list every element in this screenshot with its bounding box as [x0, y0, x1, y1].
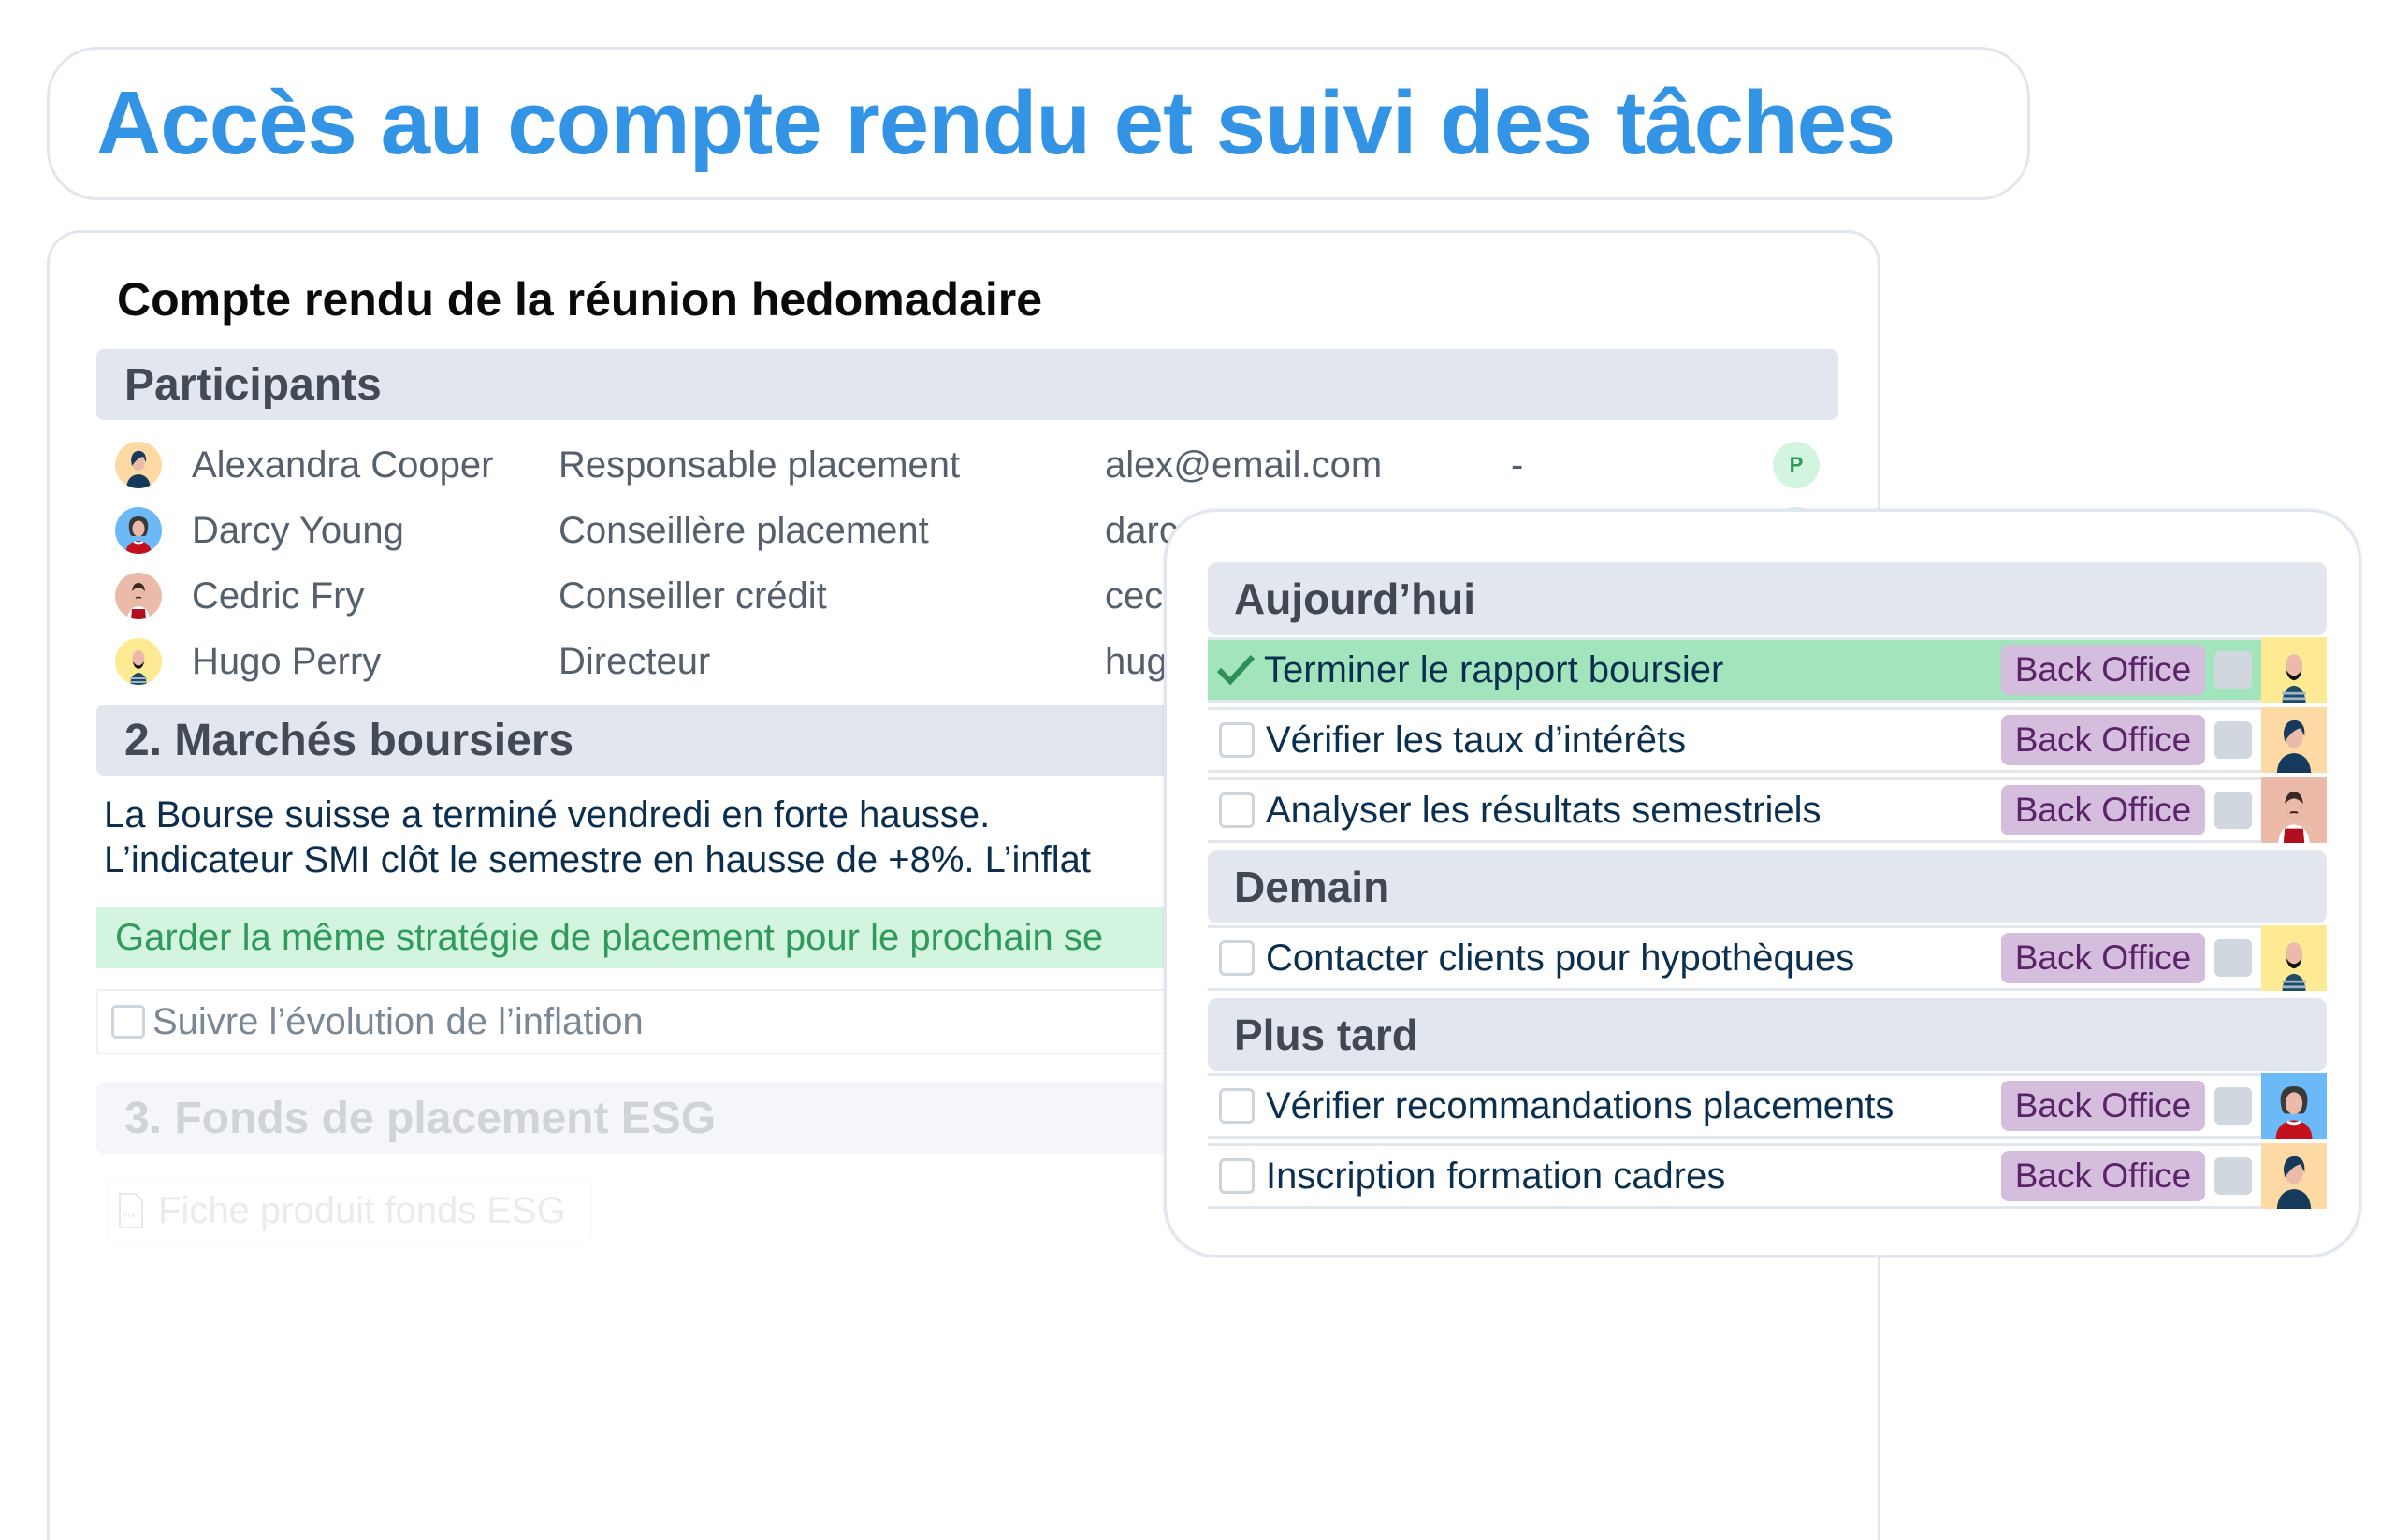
task-group-title: Plus tard — [1234, 1010, 1418, 1059]
attachment-name: Fiche produit fonds ESG — [158, 1189, 566, 1231]
checkbox[interactable] — [1219, 792, 1255, 828]
presence-badge: P — [1773, 442, 1820, 488]
avatar-man-beard-icon — [2282, 654, 2306, 703]
assignee-avatar — [2261, 777, 2327, 843]
task-row[interactable]: Vérifier les taux d’intérêts Back Office — [1208, 707, 2327, 773]
section-paragraph-line: L’indicateur SMI clôt le semestre en hau… — [104, 839, 1092, 880]
avatar-man-beard-icon — [130, 650, 147, 685]
page-title: Accès au compte rendu et suivi des tâche… — [96, 73, 1895, 173]
participant-name: Alexandra Cooper — [192, 443, 494, 486]
checkbox[interactable] — [111, 1005, 145, 1039]
assignee-avatar — [2261, 1073, 2327, 1139]
task-label: Terminer le rapport boursier — [1264, 648, 1724, 690]
avatar-woman-short-hair-icon — [126, 450, 151, 488]
task-status-chip[interactable] — [2214, 939, 2252, 977]
task-label: Contacter clients pour hypothèques — [1266, 937, 1855, 979]
task-status-chip[interactable] — [2214, 721, 2252, 759]
task-tag[interactable]: Back Office — [2001, 785, 2205, 835]
task-status-chip[interactable] — [2214, 792, 2252, 829]
avatar — [115, 573, 162, 619]
task-group-heading-later[interactable]: Plus tard — [1208, 998, 2327, 1071]
task-row[interactable]: Analyser les résultats semestriels Back … — [1208, 777, 2327, 843]
avatar-man-beard-icon — [2282, 942, 2306, 991]
checkbox[interactable] — [1219, 940, 1255, 976]
section-heading-label: 3. Fonds de placement ESG — [124, 1093, 717, 1143]
participant-role: Directeur — [559, 640, 711, 682]
task-tag[interactable]: Back Office — [2001, 1081, 2205, 1131]
avatar-man-mustache-icon — [127, 583, 150, 619]
avatar-woman-curly-hair-icon — [2275, 1086, 2313, 1139]
task-group-title: Demain — [1234, 863, 1390, 911]
checkbox[interactable] — [1219, 722, 1255, 758]
assignee-avatar — [2261, 637, 2327, 703]
avatar-woman-short-hair-icon — [2276, 719, 2312, 773]
task-panel: Aujourd’hui Terminer le rapport boursier… — [1164, 509, 2361, 1257]
task-tag[interactable]: Back Office — [2001, 715, 2205, 765]
avatar — [115, 507, 162, 554]
participant-name: Hugo Perry — [192, 640, 382, 682]
avatar-woman-curly-hair-icon — [125, 516, 152, 554]
participants-heading-label: Participants — [124, 359, 382, 410]
task-group-heading-today[interactable]: Aujourd’hui — [1208, 562, 2327, 635]
assignee-avatar — [2261, 925, 2327, 991]
participant-name: Cedric Fry — [192, 574, 365, 617]
task-label: Inscription formation cadres — [1266, 1155, 1726, 1197]
task-tag[interactable]: Back Office — [2001, 1151, 2205, 1201]
todo-label: Suivre l’évolution de l’inflation — [152, 1000, 644, 1042]
assignee-avatar — [2261, 707, 2327, 773]
task-label: Vérifier les taux d’intérêts — [1266, 719, 1687, 761]
avatar-woman-short-hair-icon — [2276, 1155, 2312, 1209]
participant-row[interactable]: Alexandra Cooper Responsable placement a… — [115, 437, 1878, 493]
task-label: Vérifier recommandations placements — [1266, 1084, 1894, 1126]
checkbox[interactable] — [1219, 1088, 1255, 1124]
task-group-title: Aujourd’hui — [1234, 574, 1476, 623]
participant-role: Conseillère placement — [559, 509, 929, 551]
title-card: Accès au compte rendu et suivi des tâche… — [47, 47, 2030, 200]
pdf-file-icon: PDF — [119, 1193, 143, 1228]
task-row[interactable]: Inscription formation cadres Back Office — [1208, 1143, 2327, 1209]
avatar — [115, 442, 162, 488]
checkbox[interactable] — [1219, 1158, 1255, 1194]
avatar — [115, 638, 162, 685]
assignee-avatar — [2261, 1143, 2327, 1209]
checkmark-icon[interactable] — [1215, 653, 1262, 687]
participant-role: Responsable placement — [559, 443, 961, 486]
task-row[interactable]: Contacter clients pour hypothèques Back … — [1208, 925, 2327, 991]
section-paragraph-line: La Bourse suisse a terminé vendredi en f… — [104, 794, 991, 835]
participant-extra: - — [1511, 443, 1524, 486]
participant-role: Conseiller crédit — [559, 574, 827, 617]
document-title: Compte rendu de la réunion hedomadaire — [117, 273, 1043, 326]
task-label: Analyser les résultats semestriels — [1266, 789, 1822, 831]
attachment-item[interactable]: PDF Fiche produit fonds ESG — [106, 1178, 592, 1243]
section-heading-label: 2. Marchés boursiers — [124, 715, 574, 765]
task-tag[interactable]: Back Office — [2001, 933, 2205, 983]
task-row[interactable]: Vérifier recommandations placements Back… — [1208, 1073, 2327, 1139]
participant-email[interactable]: alex@email.com — [1105, 444, 1511, 487]
participants-heading[interactable]: Participants — [96, 349, 1838, 420]
task-status-chip[interactable] — [2214, 1087, 2252, 1125]
task-status-chip[interactable] — [2214, 651, 2252, 689]
avatar-man-mustache-icon — [2278, 792, 2310, 843]
task-status-chip[interactable] — [2214, 1157, 2252, 1195]
task-tag[interactable]: Back Office — [2001, 645, 2205, 695]
svg-text:PDF: PDF — [123, 1212, 138, 1220]
task-row[interactable]: Terminer le rapport boursier Back Office — [1208, 637, 2327, 703]
decision-text: Garder la même stratégie de placement po… — [115, 916, 1104, 958]
task-group-heading-tomorrow[interactable]: Demain — [1208, 850, 2327, 923]
participant-name: Darcy Young — [192, 509, 404, 551]
